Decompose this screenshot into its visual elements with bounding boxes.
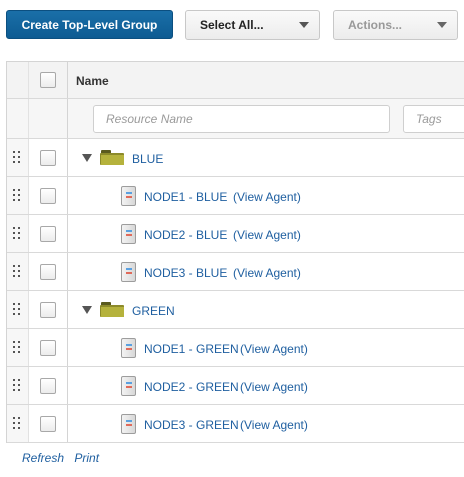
name-cell: NODE3 - BLUE (View Agent)	[68, 253, 464, 290]
group-row: BLUE	[7, 139, 464, 177]
check-cell	[29, 177, 68, 214]
refresh-link[interactable]: Refresh	[22, 451, 64, 465]
view-agent-link[interactable]: (View Agent)	[233, 266, 301, 280]
node-row: NODE2 - GREEN (View Agent)	[7, 367, 464, 405]
drag-handle-icon[interactable]	[13, 227, 21, 241]
name-cell: NODE1 - BLUE (View Agent)	[68, 177, 464, 214]
drag-column-header	[7, 62, 29, 98]
name-cell: NODE2 - BLUE (View Agent)	[68, 215, 464, 252]
drag-cell	[7, 177, 29, 214]
name-cell: NODE2 - GREEN (View Agent)	[68, 367, 464, 404]
check-cell	[29, 367, 68, 404]
check-cell	[29, 329, 68, 366]
row-checkbox[interactable]	[40, 264, 56, 280]
expand-triangle-icon[interactable]	[82, 154, 92, 162]
view-agent-link[interactable]: (View Agent)	[233, 228, 301, 242]
node-row: NODE1 - GREEN (View Agent)	[7, 329, 464, 367]
print-link[interactable]: Print	[74, 451, 99, 465]
table-header-row: Name	[7, 62, 464, 99]
view-agent-link[interactable]: (View Agent)	[240, 418, 308, 432]
drag-cell	[7, 329, 29, 366]
view-agent-link[interactable]: (View Agent)	[240, 342, 308, 356]
node-row: NODE1 - BLUE (View Agent)	[7, 177, 464, 215]
check-cell	[29, 291, 68, 328]
tree-body: BLUE NODE1 - BLUE (View Agent) NODE2 - BLUE…	[7, 139, 464, 443]
chevron-down-icon	[299, 22, 309, 28]
drag-cell	[7, 367, 29, 404]
server-icon	[121, 186, 136, 206]
name-column-label: Name	[76, 74, 109, 88]
filter-row: Resource Name Tags	[7, 99, 464, 139]
group-label[interactable]: BLUE	[132, 152, 163, 166]
actions-label: Actions...	[348, 18, 403, 32]
node-label[interactable]: NODE3 - BLUE	[144, 266, 227, 280]
check-cell	[29, 215, 68, 252]
drag-cell	[7, 139, 29, 176]
view-agent-link[interactable]: (View Agent)	[233, 190, 301, 204]
folder-icon	[100, 150, 124, 165]
filter-check-cell	[29, 99, 68, 138]
drag-cell	[7, 405, 29, 442]
select-column-header	[29, 62, 68, 98]
name-column-header[interactable]: Name	[68, 62, 464, 98]
row-checkbox[interactable]	[40, 416, 56, 432]
name-cell: NODE3 - GREEN (View Agent)	[68, 405, 464, 442]
drag-handle-icon[interactable]	[13, 341, 21, 355]
server-icon	[121, 376, 136, 396]
select-all-dropdown[interactable]: Select All...	[185, 10, 320, 40]
chevron-down-icon	[437, 22, 447, 28]
server-icon	[121, 224, 136, 244]
row-checkbox[interactable]	[40, 340, 56, 356]
footer-links: Refresh Print	[22, 451, 106, 465]
drag-cell	[7, 215, 29, 252]
node-label[interactable]: NODE2 - BLUE	[144, 228, 227, 242]
drag-handle-icon[interactable]	[13, 265, 21, 279]
drag-handle-icon[interactable]	[13, 379, 21, 393]
server-icon	[121, 262, 136, 282]
server-icon	[121, 414, 136, 434]
resource-name-filter-input[interactable]: Resource Name	[93, 105, 390, 133]
name-cell: BLUE	[68, 139, 464, 176]
actions-dropdown[interactable]: Actions...	[333, 10, 458, 40]
node-row: NODE3 - GREEN (View Agent)	[7, 405, 464, 443]
folder-icon	[100, 302, 124, 317]
node-label[interactable]: NODE1 - BLUE	[144, 190, 227, 204]
row-checkbox[interactable]	[40, 378, 56, 394]
check-cell	[29, 139, 68, 176]
drag-handle-icon[interactable]	[13, 417, 21, 431]
server-icon	[121, 338, 136, 358]
row-checkbox[interactable]	[40, 150, 56, 166]
row-checkbox[interactable]	[40, 188, 56, 204]
tags-filter-input[interactable]: Tags	[403, 105, 464, 133]
filter-drag-cell	[7, 99, 29, 138]
node-label[interactable]: NODE3 - GREEN	[144, 418, 239, 432]
drag-handle-icon[interactable]	[13, 303, 21, 317]
node-label[interactable]: NODE1 - GREEN	[144, 342, 239, 356]
node-row: NODE3 - BLUE (View Agent)	[7, 253, 464, 291]
drag-cell	[7, 253, 29, 290]
group-label[interactable]: GREEN	[132, 304, 175, 318]
row-checkbox[interactable]	[40, 302, 56, 318]
filter-cell: Resource Name Tags	[68, 99, 464, 138]
view-agent-link[interactable]: (View Agent)	[240, 380, 308, 394]
node-label[interactable]: NODE2 - GREEN	[144, 380, 239, 394]
toolbar: Create Top-Level Group Select All... Act…	[0, 0, 464, 52]
check-cell	[29, 405, 68, 442]
row-checkbox[interactable]	[40, 226, 56, 242]
name-cell: NODE1 - GREEN (View Agent)	[68, 329, 464, 366]
resource-tree-grid: Name Resource Name Tags BLUE NODE1 - BLUE…	[6, 61, 464, 443]
check-cell	[29, 253, 68, 290]
select-all-label: Select All...	[200, 18, 264, 32]
expand-triangle-icon[interactable]	[82, 306, 92, 314]
group-row: GREEN	[7, 291, 464, 329]
name-cell: GREEN	[68, 291, 464, 328]
drag-cell	[7, 291, 29, 328]
select-all-checkbox[interactable]	[40, 72, 56, 88]
drag-handle-icon[interactable]	[13, 189, 21, 203]
create-top-level-group-button[interactable]: Create Top-Level Group	[6, 10, 173, 39]
drag-handle-icon[interactable]	[13, 151, 21, 165]
node-row: NODE2 - BLUE (View Agent)	[7, 215, 464, 253]
